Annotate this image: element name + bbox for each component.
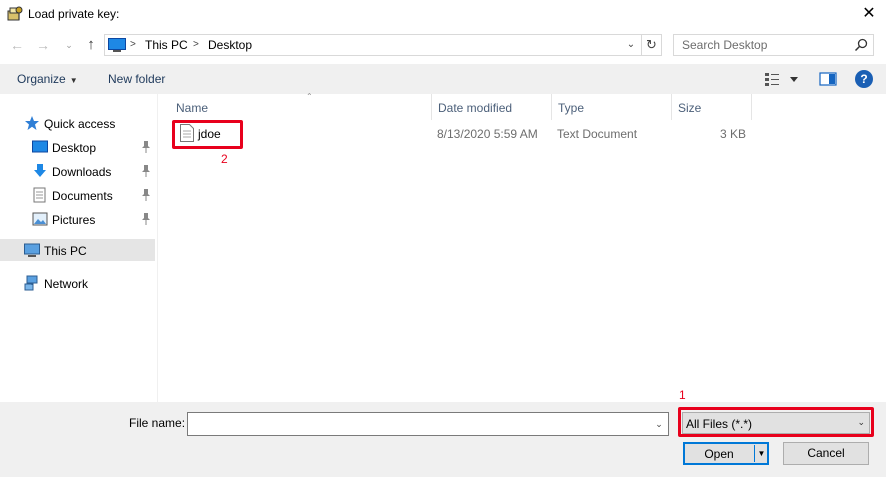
file-size: 3 KB bbox=[720, 127, 747, 141]
navigation-bar: ← → ⌄ ↑ > This PC > Desktop ⌄ ↻ bbox=[0, 32, 886, 60]
file-name-dropdown-button[interactable]: ⌄ bbox=[652, 417, 666, 431]
forward-arrow-icon: → bbox=[36, 37, 50, 53]
file-date-modified: 8/13/2020 5:59 AM bbox=[437, 127, 538, 141]
caret-down-icon: ▼ bbox=[69, 76, 78, 85]
file-type: Text Document bbox=[557, 127, 638, 141]
sidebar-item-desktop[interactable]: Desktop bbox=[0, 136, 155, 158]
desktop-folder-icon bbox=[32, 140, 48, 153]
up-button[interactable]: ↑ bbox=[82, 36, 100, 54]
recent-locations-button[interactable]: ⌄ bbox=[60, 36, 78, 54]
breadcrumb-separator[interactable]: > bbox=[193, 39, 199, 50]
column-header-label: Type bbox=[558, 101, 585, 115]
open-button[interactable]: Open ▼ bbox=[683, 442, 769, 465]
navigation-pane: Quick access Desktop Downloads Documents… bbox=[0, 94, 158, 402]
pin-icon bbox=[142, 213, 150, 225]
breadcrumb-separator: > bbox=[130, 39, 136, 50]
back-button[interactable]: ← bbox=[8, 36, 26, 54]
help-button[interactable]: ? bbox=[855, 70, 873, 88]
close-button[interactable]: ✕ bbox=[858, 3, 880, 25]
annotation-box-2 bbox=[172, 120, 243, 149]
breadcrumb-this-pc[interactable]: This PC bbox=[145, 38, 188, 52]
search-icon bbox=[854, 38, 868, 52]
column-header-label: Size bbox=[678, 101, 702, 115]
column-header-label: Date modified bbox=[438, 101, 513, 115]
file-list: Name ⌃ Date modified Type Size jdoe 8/13… bbox=[158, 92, 886, 402]
search-box[interactable] bbox=[673, 34, 874, 56]
putty-key-icon bbox=[7, 6, 23, 21]
cancel-button[interactable]: Cancel bbox=[783, 442, 869, 465]
sidebar-item-pictures[interactable]: Pictures bbox=[0, 208, 155, 230]
open-split-dropdown-icon[interactable]: ▼ bbox=[754, 445, 768, 462]
computer-icon bbox=[108, 38, 126, 52]
sidebar-item-label: Pictures bbox=[52, 213, 96, 227]
sidebar-item-downloads[interactable]: Downloads bbox=[0, 160, 155, 182]
forward-button[interactable]: → bbox=[34, 36, 52, 54]
open-button-label: Open bbox=[704, 447, 734, 461]
sidebar-item-label: Desktop bbox=[52, 141, 97, 155]
chevron-down-icon: ⌄ bbox=[655, 419, 663, 429]
chevron-down-icon: ⌄ bbox=[65, 40, 73, 50]
back-arrow-icon: ← bbox=[10, 37, 24, 53]
new-folder-button[interactable]: New folder bbox=[108, 72, 165, 86]
file-name-combobox[interactable]: ⌄ bbox=[187, 412, 669, 436]
column-header-size[interactable]: Size bbox=[672, 94, 752, 120]
annotation-number-2: 2 bbox=[221, 152, 228, 166]
download-arrow-icon bbox=[34, 164, 46, 177]
column-header-name[interactable]: Name ⌃ bbox=[170, 92, 432, 120]
organize-button[interactable]: Organize ▼ bbox=[17, 72, 78, 86]
refresh-button[interactable]: ↻ bbox=[641, 35, 661, 55]
chevron-down-icon: ⌄ bbox=[626, 39, 636, 50]
column-header-type[interactable]: Type bbox=[552, 94, 672, 120]
pin-icon bbox=[142, 165, 150, 177]
close-icon: ✕ bbox=[862, 5, 876, 22]
address-dropdown-button[interactable]: ⌄ bbox=[623, 37, 639, 53]
address-bar[interactable]: > This PC > Desktop ⌄ ↻ bbox=[104, 34, 662, 56]
sidebar-item-label: Downloads bbox=[52, 165, 112, 179]
sidebar-item-label: Network bbox=[44, 277, 89, 291]
dialog-footer: File name: ⌄ All Files (*.*) ⌄ Open ▼ Ca… bbox=[0, 402, 886, 477]
file-row-jdoe[interactable]: jdoe 8/13/2020 5:59 AM Text Document 3 K… bbox=[168, 122, 758, 144]
search-input[interactable] bbox=[674, 35, 852, 55]
sidebar-item-label: Documents bbox=[52, 189, 113, 203]
file-name-input[interactable] bbox=[188, 413, 648, 435]
annotation-box-1 bbox=[678, 407, 874, 437]
annotation-number-1: 1 bbox=[679, 388, 686, 402]
column-header-date-modified[interactable]: Date modified bbox=[432, 94, 552, 120]
help-icon: ? bbox=[860, 72, 868, 86]
star-icon bbox=[25, 116, 39, 130]
dialog-title: Load private key: bbox=[28, 7, 120, 21]
up-arrow-icon: ↑ bbox=[87, 36, 95, 53]
sidebar-item-label: Quick access bbox=[44, 117, 116, 131]
breadcrumb-desktop[interactable]: Desktop bbox=[208, 38, 252, 52]
pictures-icon bbox=[32, 212, 48, 226]
preview-pane-button[interactable] bbox=[819, 71, 837, 87]
sidebar-item-label: This PC bbox=[44, 244, 87, 258]
network-icon bbox=[24, 275, 38, 291]
refresh-icon: ↻ bbox=[646, 37, 657, 52]
title-bar: Load private key: ✕ bbox=[0, 0, 886, 30]
column-header-label: Name bbox=[176, 101, 209, 115]
change-view-button[interactable] bbox=[764, 71, 800, 87]
pin-icon bbox=[142, 141, 150, 153]
sidebar-item-network[interactable]: Network bbox=[0, 272, 155, 294]
documents-icon bbox=[33, 187, 46, 203]
computer-icon bbox=[24, 243, 40, 257]
sidebar-item-this-pc[interactable]: This PC bbox=[0, 239, 155, 261]
organize-label: Organize bbox=[17, 72, 66, 86]
sort-indicator-icon: ⌃ bbox=[306, 92, 313, 101]
command-toolbar: Organize ▼ New folder ? bbox=[0, 64, 886, 94]
sidebar-item-documents[interactable]: Documents bbox=[0, 184, 155, 206]
preview-pane-icon bbox=[819, 72, 837, 86]
sidebar-item-quick-access[interactable]: Quick access bbox=[0, 112, 155, 134]
pin-icon bbox=[142, 189, 150, 201]
details-view-icon bbox=[765, 73, 798, 86]
file-name-label: File name: bbox=[129, 416, 186, 430]
